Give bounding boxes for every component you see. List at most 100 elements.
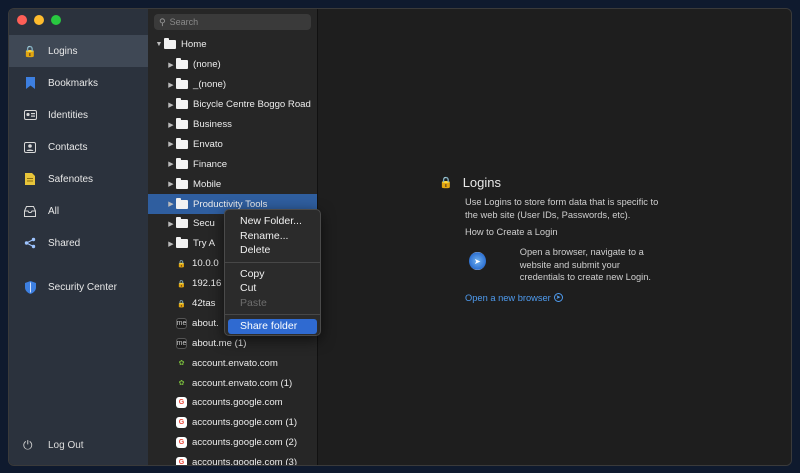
folder-item[interactable]: ▶ Mobile bbox=[148, 174, 317, 194]
envato-leaf-icon: ✿ bbox=[178, 360, 185, 368]
folder-label: Finance bbox=[193, 158, 228, 170]
sidebar-item-contacts[interactable]: Contacts bbox=[9, 131, 148, 163]
login-entry[interactable]: G accounts.google.com bbox=[148, 393, 317, 413]
entry-label: accounts.google.com (3) bbox=[192, 457, 298, 466]
detail-title: Logins bbox=[462, 175, 502, 190]
sidebar-item-label: Shared bbox=[48, 237, 81, 249]
folder-icon bbox=[176, 217, 188, 229]
login-entry[interactable]: ✿ account.envato.com bbox=[148, 353, 317, 373]
sidebar-nav: 🔒 Logins Bookmarks Identities Contacts S… bbox=[9, 35, 148, 303]
sidebar-item-all[interactable]: All bbox=[9, 195, 148, 227]
login-entry[interactable]: ✿ account.envato.com (1) bbox=[148, 373, 317, 393]
collapse-arrow-icon[interactable]: ▶ bbox=[166, 200, 176, 208]
folder-icon bbox=[176, 237, 188, 249]
folder-item[interactable]: ▶ Business bbox=[148, 115, 317, 135]
sidebar-item-safenotes[interactable]: Safenotes bbox=[9, 163, 148, 195]
folder-icon bbox=[164, 38, 176, 50]
sidebar-item-label: All bbox=[48, 205, 60, 217]
folder-icon bbox=[176, 98, 188, 110]
collapse-arrow-icon[interactable]: ▶ bbox=[166, 121, 176, 129]
folder-icon bbox=[176, 118, 188, 129]
bookmark-icon bbox=[23, 76, 37, 90]
entry-label: about. bbox=[192, 317, 219, 329]
collapse-arrow-icon[interactable]: ▶ bbox=[166, 81, 176, 89]
folder-icon bbox=[176, 197, 188, 209]
folder-label: Try A bbox=[193, 238, 216, 250]
sidebar-item-security-center[interactable]: Security Center bbox=[9, 271, 148, 303]
arrow-circle-icon: ➤ bbox=[553, 293, 563, 302]
menu-item-cut[interactable]: Cut bbox=[225, 281, 320, 296]
folder-label: Secu bbox=[193, 218, 215, 230]
menu-item-new-folder[interactable]: New Folder... bbox=[225, 214, 320, 229]
lock-icon: 🔒 bbox=[439, 177, 453, 189]
entry-label: account.envato.com (1) bbox=[192, 377, 293, 389]
folder-item[interactable]: ▶ _(none) bbox=[148, 75, 317, 95]
howto-step: ➤ Open a browser, navigate to a website … bbox=[439, 246, 659, 284]
minimize-window-button[interactable] bbox=[34, 15, 44, 25]
sidebar-item-bookmarks[interactable]: Bookmarks bbox=[9, 67, 148, 99]
folder-item[interactable]: ▶ Bicycle Centre Boggo Road bbox=[148, 95, 317, 115]
menu-item-rename[interactable]: Rename... bbox=[225, 229, 320, 244]
folder-label: Envato bbox=[193, 138, 223, 150]
detail-description: Use Logins to store form data that is sp… bbox=[465, 197, 659, 220]
sidebar-item-shared[interactable]: Shared bbox=[9, 227, 148, 259]
search-placeholder: Search bbox=[169, 17, 199, 27]
folder-item[interactable]: ▶ Finance bbox=[148, 154, 317, 174]
empty-state-info: 🔒 Logins Use Logins to store form data t… bbox=[439, 175, 659, 303]
id-card-icon bbox=[23, 108, 37, 122]
collapse-arrow-icon[interactable]: ▶ bbox=[166, 101, 176, 109]
folder-icon bbox=[176, 78, 188, 90]
shield-icon bbox=[23, 280, 37, 294]
folder-item[interactable]: ▶ Envato bbox=[148, 134, 317, 154]
menu-divider bbox=[225, 261, 320, 263]
detail-title-row: 🔒 Logins bbox=[439, 175, 659, 190]
sidebar-item-identities[interactable]: Identities bbox=[9, 99, 148, 131]
collapse-arrow-icon[interactable]: ▶ bbox=[166, 220, 176, 228]
logout-button[interactable]: ⏻ Log Out bbox=[9, 433, 148, 457]
login-entry[interactable]: me about.me (1) bbox=[148, 333, 317, 353]
zoom-window-button[interactable] bbox=[51, 15, 61, 25]
folder-label: Business bbox=[193, 119, 232, 130]
sidebar-item-logins[interactable]: 🔒 Logins bbox=[9, 35, 148, 67]
collapse-arrow-icon[interactable]: ▶ bbox=[166, 240, 176, 248]
entry-label: account.envato.com bbox=[192, 357, 278, 369]
entry-label: about.me (1) bbox=[192, 337, 247, 349]
open-browser-link[interactable]: Open a new browser ➤ bbox=[439, 293, 659, 303]
menu-item-share-folder[interactable]: Share folder bbox=[228, 319, 317, 334]
entry-label: accounts.google.com (2) bbox=[192, 437, 298, 449]
google-icon: G bbox=[176, 457, 187, 465]
about-me-icon: me bbox=[176, 337, 187, 349]
window-controls bbox=[17, 15, 61, 25]
folder-item[interactable]: ▶ (none) bbox=[148, 55, 317, 75]
howto-heading: How to Create a Login bbox=[465, 227, 558, 237]
share-icon bbox=[23, 236, 37, 250]
link-label: Open a new browser bbox=[465, 292, 551, 303]
collapse-arrow-icon[interactable]: ▶ bbox=[166, 61, 176, 69]
folder-home[interactable]: ▼ Home bbox=[148, 35, 317, 55]
login-entry[interactable]: G accounts.google.com (2) bbox=[148, 433, 317, 453]
login-entry[interactable]: G accounts.google.com (3) bbox=[148, 453, 317, 466]
safari-compass-icon: ➤ bbox=[469, 252, 486, 270]
sidebar-item-label: Contacts bbox=[48, 141, 88, 153]
menu-divider bbox=[225, 314, 320, 315]
collapse-arrow-icon[interactable]: ▶ bbox=[166, 180, 176, 188]
expand-arrow-icon[interactable]: ▼ bbox=[154, 41, 164, 48]
detail-pane: 🔒 Logins Use Logins to store form data t… bbox=[319, 9, 791, 465]
collapse-arrow-icon[interactable]: ▶ bbox=[166, 160, 176, 168]
search-input[interactable]: ⚲ Search bbox=[154, 14, 311, 30]
login-entry[interactable]: G accounts.google.com (1) bbox=[148, 413, 317, 433]
menu-item-delete[interactable]: Delete bbox=[225, 243, 320, 258]
lock-icon: 🔒 bbox=[177, 260, 186, 268]
search-icon: ⚲ bbox=[159, 16, 166, 27]
close-window-button[interactable] bbox=[17, 15, 27, 25]
folder-label: Mobile bbox=[193, 178, 222, 190]
collapse-arrow-icon[interactable]: ▶ bbox=[166, 140, 176, 148]
power-icon: ⏻ bbox=[23, 437, 33, 452]
menu-item-copy[interactable]: Copy bbox=[225, 267, 320, 282]
entry-label: 10.0.0 bbox=[192, 258, 219, 270]
about-me-icon: me bbox=[176, 317, 187, 329]
logout-label: Log Out bbox=[48, 439, 84, 451]
sidebar-item-label: Identities bbox=[48, 109, 89, 121]
contact-card-icon bbox=[23, 140, 37, 154]
folder-label: _(none) bbox=[193, 79, 227, 91]
